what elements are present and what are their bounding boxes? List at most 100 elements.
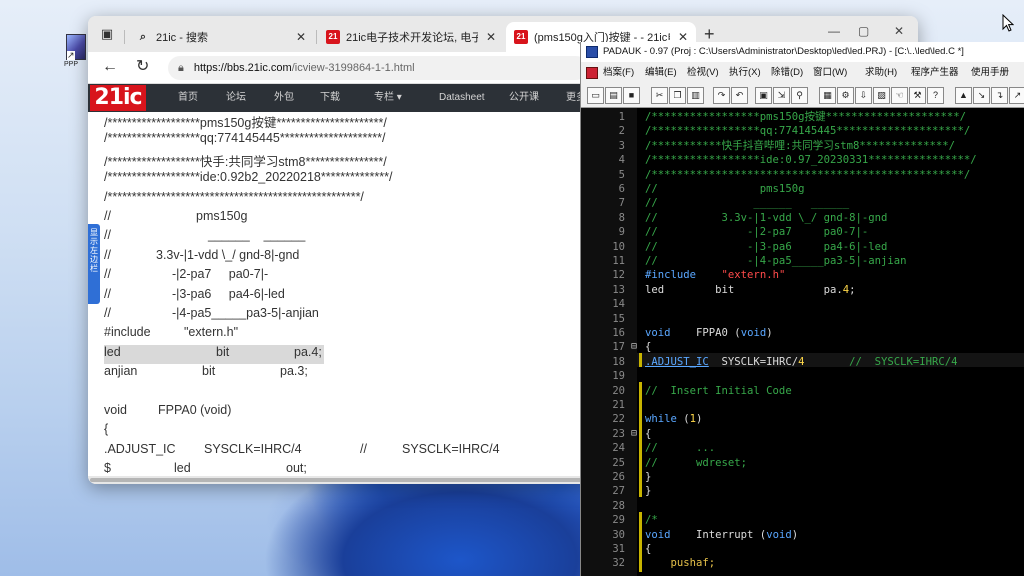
code-token: ) — [696, 413, 703, 426]
export-icon[interactable]: ⇲ — [773, 87, 790, 104]
minimize-icon[interactable]: — — [828, 24, 840, 38]
show-sidebar-tab[interactable]: 显示左边栏 — [88, 224, 100, 304]
program-icon[interactable]: ▨ — [873, 87, 890, 104]
desktop-shortcut[interactable]: ↗ PPP — [64, 34, 86, 70]
code-line: /*******************qq:774145445********… — [104, 131, 386, 146]
nav-download[interactable]: 下载 — [320, 84, 340, 112]
window-icon[interactable]: ▣ — [755, 87, 772, 104]
line-number: 1 — [618, 111, 625, 123]
divider — [124, 30, 125, 44]
tab-search[interactable]: ⌕ 21ic - 搜索 ✕ — [128, 22, 314, 52]
nav-datasheet[interactable]: Datasheet — [439, 84, 485, 112]
line-number: 20 — [612, 384, 625, 397]
refresh-icon[interactable]: ↻ — [136, 58, 149, 76]
code-line: //pms150g — [104, 208, 248, 223]
line-number: 15 — [612, 312, 625, 325]
redo-icon[interactable]: ↷ — [713, 87, 730, 104]
copy-icon[interactable]: ❐ — [669, 87, 686, 104]
line-number: 7 — [618, 197, 625, 210]
open-folder-icon[interactable]: ▤ — [605, 87, 622, 104]
find-icon[interactable]: ⚲ — [791, 87, 808, 104]
code-token: void — [766, 528, 792, 541]
menu-manual[interactable]: 使用手册 — [971, 62, 1009, 84]
save-icon[interactable]: ■ — [623, 87, 640, 104]
code-line: { — [104, 422, 109, 437]
undo-icon[interactable]: ↶ — [731, 87, 748, 104]
new-file-icon[interactable]: ▭ — [587, 87, 604, 104]
nav-column[interactable]: 专栏 ▾ — [374, 84, 402, 112]
code-editor[interactable]: 1 2 3 4 5 6 7 8 9 10 11 12 13 14 15 16 1… — [581, 108, 1024, 576]
menu-help[interactable]: 求助(H) — [865, 62, 897, 84]
code-line: /***************************************… — [645, 168, 971, 181]
site-logo[interactable]: 21ic — [90, 85, 146, 111]
hand-icon[interactable]: ☜ — [891, 87, 908, 104]
search-icon: ⌕ — [139, 31, 147, 43]
code-token: .ADJUST_IC — [645, 355, 709, 368]
fold-toggle-icon[interactable]: ⊟ — [629, 340, 639, 354]
nav-forum[interactable]: 论坛 — [226, 84, 246, 112]
code-line: // 3.3v-|1-vdd \_/ gnd-8|-gnd — [645, 211, 888, 224]
menu-debug[interactable]: 除错(D) — [771, 62, 803, 84]
code-token: // SYSCLK=IHRC/4 — [804, 355, 958, 368]
padauk-ide-window: PADAUK - 0.97 (Proj : C:\Users\Administr… — [580, 42, 1024, 576]
paste-icon[interactable]: ▥ — [687, 87, 704, 104]
code-token: pa. — [823, 283, 843, 296]
line-number: 11 — [612, 255, 625, 267]
line-number: 14 — [612, 298, 625, 311]
menu-window[interactable]: 窗口(W) — [813, 62, 847, 84]
url-input[interactable]: 🔒︎ https://bbs.21ic.com/icview-3199864-1… — [168, 56, 588, 80]
code-line: #include "extern.h" — [104, 325, 239, 340]
maximize-icon[interactable]: ▢ — [858, 24, 869, 38]
step-out-icon[interactable]: ↗ — [1009, 87, 1024, 104]
code-line: { — [645, 543, 652, 555]
scrollbar-thumb[interactable] — [90, 478, 610, 482]
code-token: void — [645, 327, 671, 339]
line-number: 16 — [612, 327, 625, 339]
cut-icon[interactable]: ✂ — [651, 87, 668, 104]
line-number: 28 — [612, 499, 625, 512]
line-number: 29 — [612, 514, 625, 527]
document-icon[interactable] — [586, 67, 598, 79]
modified-marker — [639, 382, 642, 497]
settings-icon[interactable]: ⚒ — [909, 87, 926, 104]
step-into-icon[interactable]: ↘ — [973, 87, 990, 104]
menu-code-generator[interactable]: 程序产生器 — [911, 62, 959, 84]
tab-actions-icon[interactable]: ▣ — [98, 25, 116, 43]
code-line: } — [645, 471, 652, 483]
close-icon[interactable]: ✕ — [296, 30, 306, 44]
code-token: Interrupt ( — [670, 528, 767, 541]
run-icon[interactable]: ▲ — [955, 87, 972, 104]
line-number: 10 — [612, 240, 625, 253]
fold-toggle-icon[interactable]: ⊟ — [629, 427, 639, 441]
code-line: } — [645, 485, 652, 498]
line-number: 3 — [618, 139, 625, 152]
menu-file[interactable]: 档案(F) — [603, 62, 634, 84]
help-icon[interactable]: ? — [927, 87, 944, 104]
code-line: /***************************************… — [104, 189, 364, 204]
back-icon[interactable]: ← — [102, 58, 118, 76]
code-line: //-|2-pa7 pa0-7|- — [104, 267, 269, 282]
nav-outsourcing[interactable]: 外包 — [274, 84, 294, 112]
code-block: /*******************pms150g按键***********… — [104, 112, 584, 476]
compile-icon[interactable]: ⚙ — [837, 87, 854, 104]
code-token: led bit — [645, 283, 824, 296]
nav-open-course[interactable]: 公开课 — [509, 84, 539, 112]
line-number: 4 — [618, 154, 625, 167]
menu-view[interactable]: 检视(V) — [687, 62, 719, 84]
close-icon[interactable]: ✕ — [486, 30, 496, 44]
code-line: /*****************qq:774145445**********… — [645, 125, 971, 138]
build-icon[interactable]: ▦ — [819, 87, 836, 104]
menu-execute[interactable]: 执行(X) — [729, 62, 761, 84]
menu-edit[interactable]: 编辑(E) — [645, 62, 677, 84]
code-line: { — [645, 427, 652, 440]
line-number: 18 — [612, 355, 625, 368]
download-icon[interactable]: ⇩ — [855, 87, 872, 104]
step-over-icon[interactable]: ↴ — [991, 87, 1008, 104]
close-window-icon[interactable]: ✕ — [894, 24, 904, 38]
code-token: void — [645, 528, 671, 541]
shortcut-arrow-icon: ↗ — [67, 50, 75, 60]
tab-21ic-forum[interactable]: 21 21ic电子技术开发论坛, 电子工程 ✕ — [318, 22, 504, 52]
nav-home[interactable]: 首页 — [178, 84, 198, 112]
line-number: 13 — [612, 283, 625, 296]
